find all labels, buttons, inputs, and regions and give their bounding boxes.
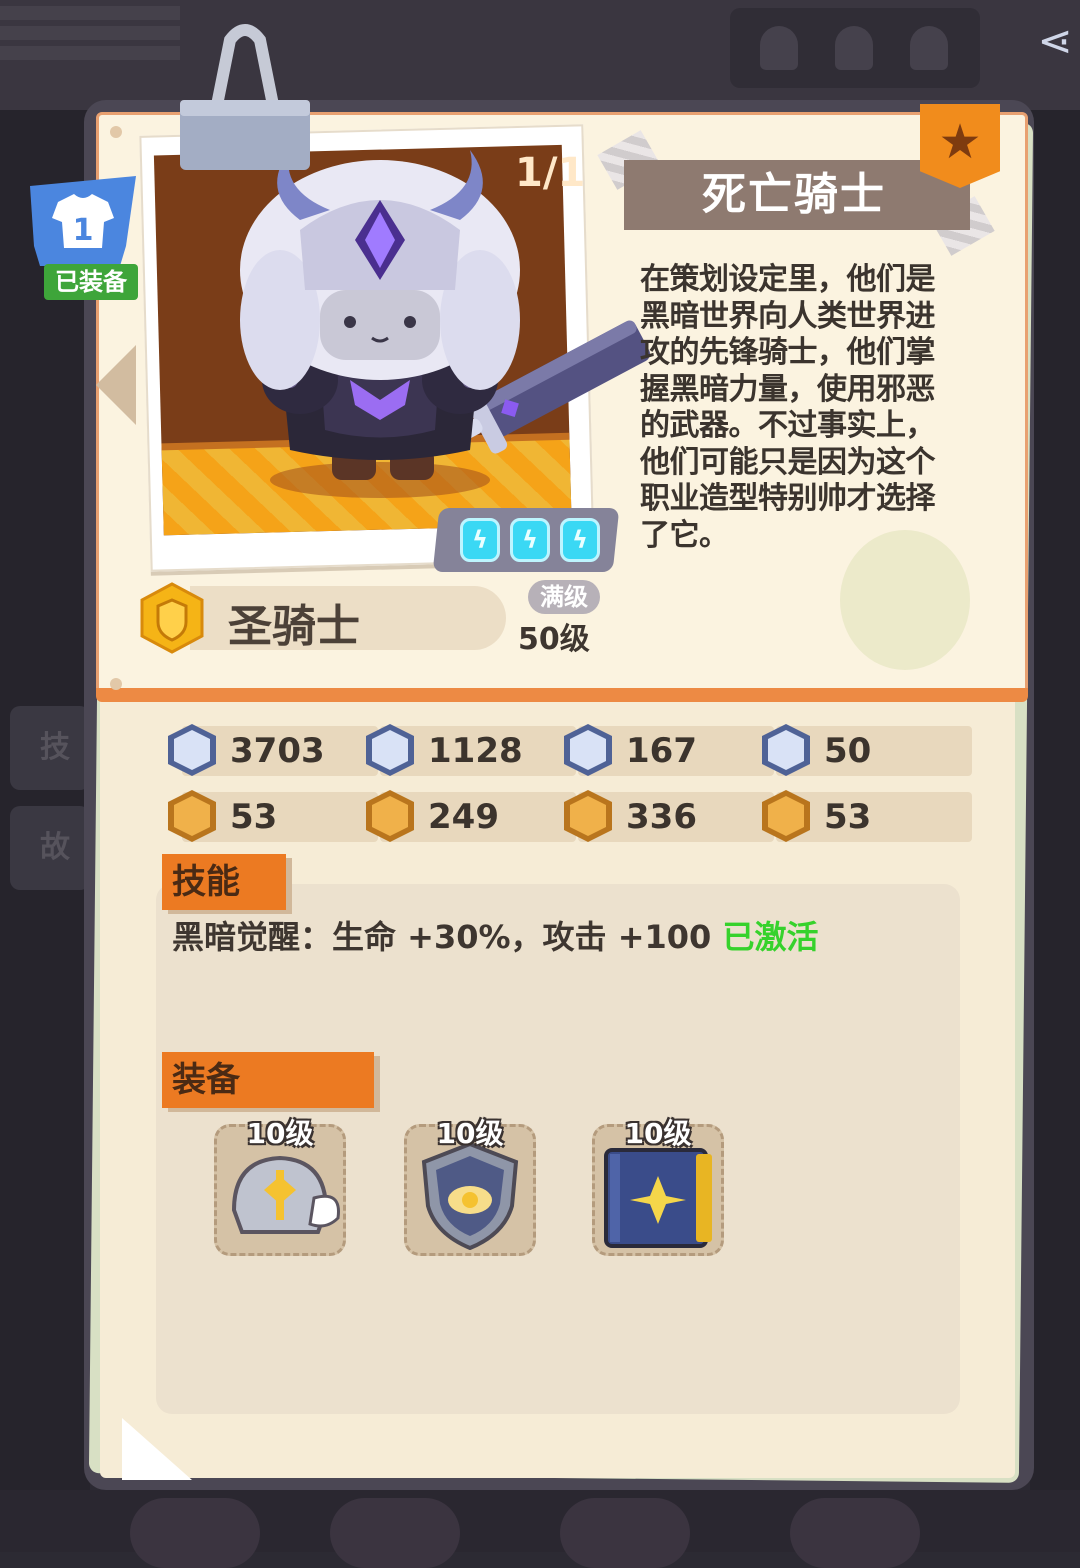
stat-value: 53 [230,797,278,837]
stat-value: 249 [428,797,499,837]
stat-value: 50 [824,731,872,771]
equipment-level: 10级 [246,1117,314,1150]
stat-value: 336 [626,797,697,837]
equipment-level: 10级 [436,1117,504,1150]
ghost-icon [760,26,798,70]
stat-value: 1128 [428,731,523,771]
corner-dot [110,678,122,690]
bottom-character-thumb[interactable] [560,1498,690,1568]
anchor-icon [762,724,810,776]
background-ghost-frame [730,8,980,88]
character-level: 50级 [518,622,590,657]
health-icon [168,724,216,776]
stat-value: 53 [824,797,872,837]
holy-book-icon [604,1148,712,1248]
equipment-section-title: 装备 [162,1052,374,1108]
paladin-shield-icon [140,582,204,654]
winged-shield-icon [421,1141,519,1250]
skill-entry: 黑暗觉醒：生命 +30%，攻击 +100 已激活 [172,912,818,958]
character-name: 死亡骑士 [702,169,886,220]
sidebar-tab-skills[interactable]: 技 [10,706,90,790]
energy-bolt-icon: ϟ [560,518,600,562]
max-level-badge: 满级 [528,580,600,614]
binder-clip-icon [180,24,310,170]
stat-value: 167 [626,731,697,771]
share-icon[interactable]: ⋖ [1025,10,1080,72]
bottom-character-thumb[interactable] [130,1498,260,1568]
death-knight-figure [240,150,650,498]
winged-helmet-icon [231,1155,340,1234]
corner-dot [110,126,122,138]
strength-icon [168,790,216,842]
favorite-star-icon[interactable]: ★ [920,104,1000,188]
energy-bolt-icon: ϟ [460,518,500,562]
sidebar-tab-story[interactable]: 故 [10,806,90,890]
energy-bolt-icon: ϟ [510,518,550,562]
muscle-icon [564,790,612,842]
background-shelf [0,0,180,60]
bottom-character-thumb[interactable] [790,1498,920,1568]
previous-arrow-icon[interactable] [96,345,136,425]
class-name: 圣骑士 [228,601,360,652]
equipment-level: 10级 [624,1117,692,1150]
bottom-character-thumb[interactable] [330,1498,460,1568]
defense-icon [564,724,612,776]
character-description: 在策划设定里，他们是黑暗世界向人类世界进攻的先锋骑士，他们掌握黑暗力量，使用邪恶… [640,262,936,553]
brain-icon [762,790,810,842]
attack-icon [366,724,414,776]
ghost-icon [835,26,873,70]
stat-value: 3703 [230,731,325,771]
info-panel-edge [96,688,1028,702]
right-side-panel [1030,110,1080,1510]
skill-text: 黑暗觉醒：生命 +30%，攻击 +100 [172,918,712,956]
svg-text:1: 1 [73,213,94,248]
ghost-icon [910,26,948,70]
skills-section-title: 技能 [162,854,286,910]
skill-status: 已激活 [722,918,819,956]
equipped-label: 已装备 [44,264,138,300]
smile-icon [366,790,414,842]
